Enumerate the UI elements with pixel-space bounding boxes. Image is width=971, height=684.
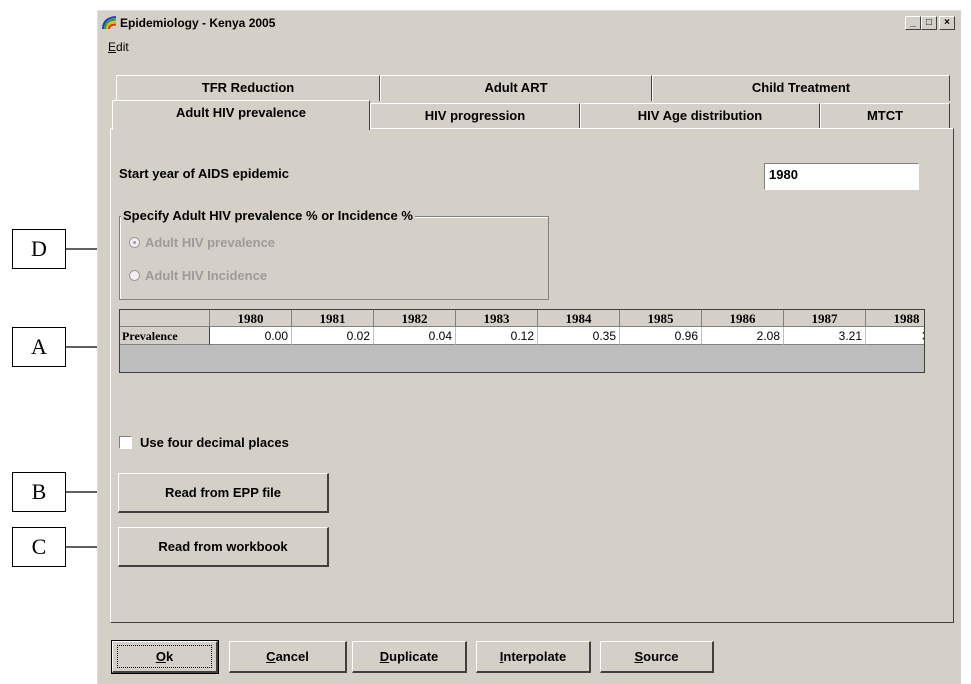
duplicate-label-rest: uplicate: [389, 649, 439, 664]
grid-col-header: 1982: [374, 310, 456, 327]
read-workbook-button[interactable]: Read from workbook: [118, 527, 329, 567]
grid-col-header: 1986: [702, 310, 784, 327]
read-epp-button[interactable]: Read from EPP file: [118, 473, 329, 513]
grid-corner: [120, 310, 210, 327]
source-accel: S: [634, 649, 644, 664]
grid-cell[interactable]: 2.08: [702, 327, 784, 345]
menu-label-rest: dit: [116, 40, 129, 54]
menu-accel: E: [108, 40, 117, 54]
cancel-button[interactable]: Cancel: [229, 641, 347, 673]
grid-col-header: 1987: [784, 310, 866, 327]
grid-col-header: 1985: [620, 310, 702, 327]
interpolate-button[interactable]: Interpolate: [476, 641, 591, 673]
four-decimal-checkbox[interactable]: [119, 436, 132, 449]
start-year-label: Start year of AIDS epidemic: [119, 166, 290, 181]
grid-row-header: Prevalence: [120, 327, 210, 345]
tab-tfr-reduction[interactable]: TFR Reduction: [116, 75, 380, 101]
menu-item-edit[interactable]: Edit: [108, 40, 129, 54]
minimize-button[interactable]: _: [905, 16, 921, 30]
window-title: Epidemiology - Kenya 2005: [120, 16, 276, 30]
radio-unselected-icon: [129, 270, 140, 281]
interpolate-label-rest: nterpolate: [503, 649, 567, 664]
radio-adult-hiv-prevalence[interactable]: Adult HIV prevalence: [129, 235, 275, 250]
source-button[interactable]: Source: [600, 641, 714, 673]
maximize-button[interactable]: □: [921, 16, 937, 30]
grid-cell[interactable]: 0.96: [620, 327, 702, 345]
grid-col-header: 1981: [292, 310, 374, 327]
grid-cell[interactable]: 3: [866, 327, 924, 345]
grid-cell[interactable]: 0.12: [456, 327, 538, 345]
tab-adult-hiv-prevalence[interactable]: Adult HIV prevalence: [112, 100, 370, 130]
radio-selected-icon: [129, 237, 140, 248]
tab-child-treatment[interactable]: Child Treatment: [652, 75, 950, 101]
grid-cell[interactable]: 0.35: [538, 327, 620, 345]
grid-cell[interactable]: 0.04: [374, 327, 456, 345]
tab-hiv-age-distribution[interactable]: HIV Age distribution: [580, 103, 820, 129]
grid-col-header: 1988: [866, 310, 924, 327]
focus-rect: [117, 645, 212, 668]
grid-col-header: 1983: [456, 310, 538, 327]
grid-col-header: 1980: [210, 310, 292, 327]
close-button[interactable]: ×: [939, 16, 955, 30]
cancel-accel: C: [266, 649, 276, 664]
app-rainbow-icon: [102, 16, 117, 30]
duplicate-accel: D: [379, 649, 390, 664]
prevalence-incidence-group: [119, 216, 549, 300]
epidemiology-window: Epidemiology - Kenya 2005 _ □ × Edit TFR…: [97, 10, 961, 684]
group-title: Specify Adult HIV prevalence % or Incide…: [121, 208, 415, 223]
radio-incidence-label: Adult HIV Incidence: [145, 268, 268, 283]
source-label-rest: ource: [643, 649, 679, 664]
prevalence-grid[interactable]: 1980 1981 1982 1983 1984 1985 1986 1987 …: [119, 309, 925, 373]
cancel-label-rest: ancel: [275, 649, 309, 664]
tab-adult-art[interactable]: Adult ART: [380, 75, 652, 101]
tab-mtct[interactable]: MTCT: [820, 103, 950, 129]
radio-prevalence-label: Adult HIV prevalence: [145, 235, 276, 250]
four-decimal-label: Use four decimal places: [140, 435, 289, 450]
tab-hiv-progression[interactable]: HIV progression: [370, 103, 580, 129]
grid-col-header: 1984: [538, 310, 620, 327]
ok-button[interactable]: Ok: [111, 640, 219, 674]
radio-adult-hiv-incidence[interactable]: Adult HIV Incidence: [129, 268, 267, 283]
grid-cell[interactable]: 0.00: [210, 327, 292, 345]
duplicate-button[interactable]: Duplicate: [352, 641, 467, 673]
grid-cell[interactable]: 0.02: [292, 327, 374, 345]
start-year-input[interactable]: 1980: [764, 163, 919, 190]
grid-cell[interactable]: 3.21: [784, 327, 866, 345]
title-bar: Epidemiology - Kenya 2005 _ □ ×: [98, 11, 961, 35]
